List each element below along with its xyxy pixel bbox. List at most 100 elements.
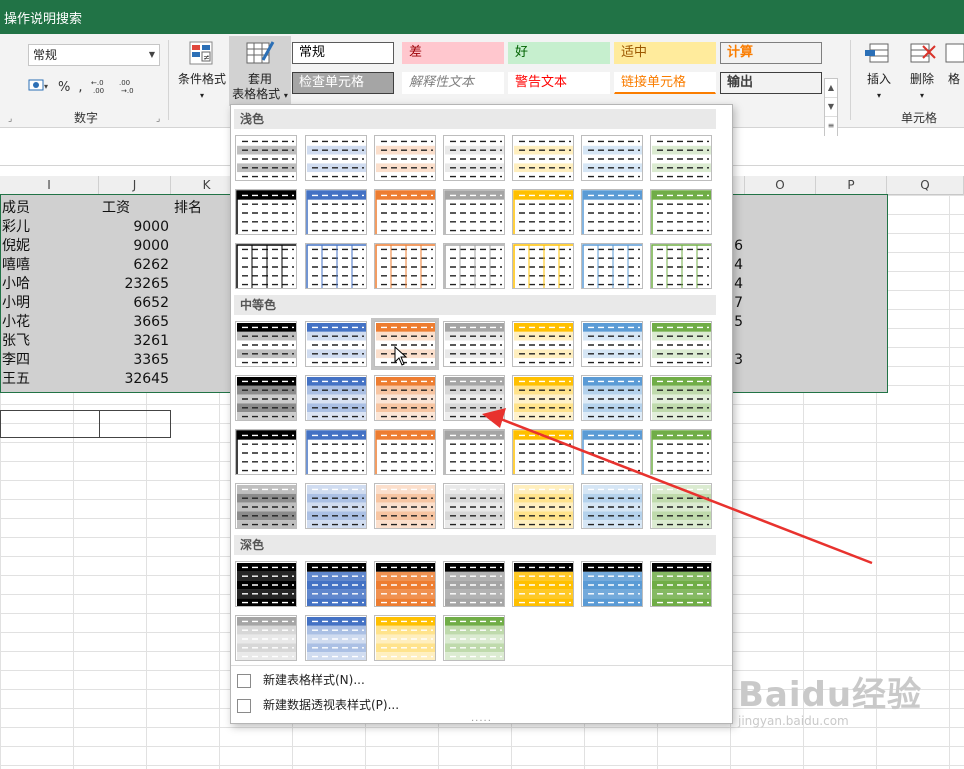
member-cell[interactable]: 李四 — [2, 351, 30, 370]
table-style-medium-8[interactable] — [235, 375, 297, 421]
new-table-style-item[interactable]: 新建表格样式(N)... — [237, 669, 365, 691]
tell-me-search[interactable]: 操作说明搜索 — [4, 8, 82, 27]
table-style-dark-9[interactable] — [305, 615, 367, 661]
table-style-light-11[interactable] — [443, 189, 505, 235]
table-style-light-18[interactable] — [443, 243, 505, 289]
cell-style-9[interactable]: 输出 — [720, 72, 822, 94]
salary-cell[interactable]: 3365 — [99, 351, 169, 370]
table-style-dark-5[interactable] — [512, 561, 574, 607]
table-style-light-16[interactable] — [305, 243, 367, 289]
partial-cell[interactable]: 7 — [733, 294, 743, 313]
column-header-n[interactable] — [733, 176, 745, 195]
table-style-light-2[interactable] — [305, 135, 367, 181]
cell-style-4[interactable]: 计算 — [720, 42, 822, 64]
table-style-medium-13[interactable] — [581, 375, 643, 421]
column-header-o[interactable]: O — [745, 176, 816, 195]
member-cell[interactable]: 彩儿 — [2, 218, 30, 237]
decrease-decimal-icon[interactable]: .00 →.0 — [119, 77, 139, 97]
cell-style-2[interactable]: 好 — [508, 42, 610, 64]
table-style-medium-6[interactable] — [581, 321, 643, 367]
table-style-light-12[interactable] — [512, 189, 574, 235]
table-style-dark-2[interactable] — [305, 561, 367, 607]
table-style-light-14[interactable] — [650, 189, 712, 235]
table-style-medium-21[interactable] — [650, 429, 712, 475]
table-style-light-8[interactable] — [235, 189, 297, 235]
partial-cell[interactable]: 4 — [733, 256, 743, 275]
salary-cell[interactable]: 6652 — [99, 294, 169, 313]
delete-cells-button[interactable]: 删除 ▾ — [902, 40, 942, 103]
dialog-launcher-icon[interactable]: ⌟ — [8, 114, 12, 124]
table-style-dark-6[interactable] — [581, 561, 643, 607]
gallery-more-icon[interactable]: ≡ — [825, 117, 837, 136]
bordered-cells[interactable] — [0, 410, 171, 438]
table-style-medium-20[interactable] — [581, 429, 643, 475]
column-header-j[interactable]: J — [99, 176, 171, 195]
header-cell-salary[interactable]: 工资 — [102, 199, 130, 218]
table-style-medium-19[interactable] — [512, 429, 574, 475]
table-style-light-1[interactable] — [235, 135, 297, 181]
salary-cell[interactable]: 6262 — [99, 256, 169, 275]
table-style-medium-16[interactable] — [305, 429, 367, 475]
table-style-light-20[interactable] — [581, 243, 643, 289]
cell-style-8[interactable]: 链接单元格 — [614, 72, 716, 94]
table-style-medium-5[interactable] — [512, 321, 574, 367]
comma-button[interactable]: , — [78, 80, 82, 95]
table-style-light-7[interactable] — [650, 135, 712, 181]
table-style-dark-8[interactable] — [235, 615, 297, 661]
new-pivot-style-item[interactable]: 新建数据透视表样式(P)... — [237, 694, 399, 716]
number-dialog-launcher-icon[interactable]: ⌟ — [156, 114, 160, 124]
table-style-medium-24[interactable] — [374, 483, 436, 529]
salary-cell[interactable]: 32645 — [99, 370, 169, 389]
member-cell[interactable]: 小明 — [2, 294, 30, 313]
gallery-up-icon[interactable]: ▲ — [825, 79, 837, 98]
column-header-q[interactable]: Q — [887, 176, 964, 195]
table-style-medium-9[interactable] — [305, 375, 367, 421]
table-style-dark-7[interactable] — [650, 561, 712, 607]
partial-cell[interactable] — [733, 332, 743, 351]
member-cell[interactable]: 张飞 — [2, 332, 30, 351]
table-style-medium-26[interactable] — [512, 483, 574, 529]
gallery-down-icon[interactable]: ▼ — [825, 98, 837, 117]
table-style-dark-4[interactable] — [443, 561, 505, 607]
number-format-select[interactable]: 常规 ▼ — [28, 44, 160, 66]
table-style-medium-10[interactable] — [374, 375, 436, 421]
salary-cell[interactable]: 3261 — [99, 332, 169, 351]
table-style-dark-3[interactable] — [374, 561, 436, 607]
member-cell[interactable]: 王五 — [2, 370, 30, 389]
percent-button[interactable]: % — [58, 80, 70, 95]
table-style-dark-1[interactable] — [235, 561, 297, 607]
table-style-medium-25[interactable] — [443, 483, 505, 529]
insert-cells-button[interactable]: 插入 ▾ — [858, 40, 900, 103]
increase-decimal-icon[interactable]: ←.0.00 — [91, 77, 111, 97]
table-style-medium-23[interactable] — [305, 483, 367, 529]
table-style-light-15[interactable] — [235, 243, 297, 289]
table-style-light-4[interactable] — [443, 135, 505, 181]
salary-cell[interactable]: 3665 — [99, 313, 169, 332]
currency-icon[interactable]: ▾ — [28, 77, 50, 97]
table-style-medium-22[interactable] — [235, 483, 297, 529]
table-style-medium-4[interactable] — [443, 321, 505, 367]
member-cell[interactable]: 嘻嘻 — [2, 256, 30, 275]
header-cell-member[interactable]: 成员 — [2, 199, 30, 218]
partial-cell[interactable]: 4 — [733, 275, 743, 294]
cell-style-5[interactable]: 检查单元格 — [292, 72, 394, 94]
table-style-medium-18[interactable] — [443, 429, 505, 475]
conditional-format-button[interactable]: ≠ 条件格式 ▾ — [176, 40, 228, 102]
member-cell[interactable]: 小哈 — [2, 275, 30, 294]
cell-style-1[interactable]: 差 — [402, 42, 504, 64]
table-style-light-3[interactable] — [374, 135, 436, 181]
table-style-light-6[interactable] — [581, 135, 643, 181]
table-style-medium-1[interactable] — [235, 321, 297, 367]
table-style-medium-27[interactable] — [581, 483, 643, 529]
table-style-medium-17[interactable] — [374, 429, 436, 475]
table-style-medium-15[interactable] — [235, 429, 297, 475]
table-style-dark-11[interactable] — [443, 615, 505, 661]
resize-grip-icon[interactable]: ..... — [471, 713, 492, 724]
salary-cell[interactable]: 9000 — [99, 218, 169, 237]
table-style-medium-14[interactable] — [650, 375, 712, 421]
partial-cell[interactable]: 6 — [733, 237, 743, 256]
partial-cell[interactable]: 3 — [733, 351, 743, 370]
cell-style-3[interactable]: 适中 — [614, 42, 716, 64]
table-style-medium-28[interactable] — [650, 483, 712, 529]
table-style-light-10[interactable] — [374, 189, 436, 235]
